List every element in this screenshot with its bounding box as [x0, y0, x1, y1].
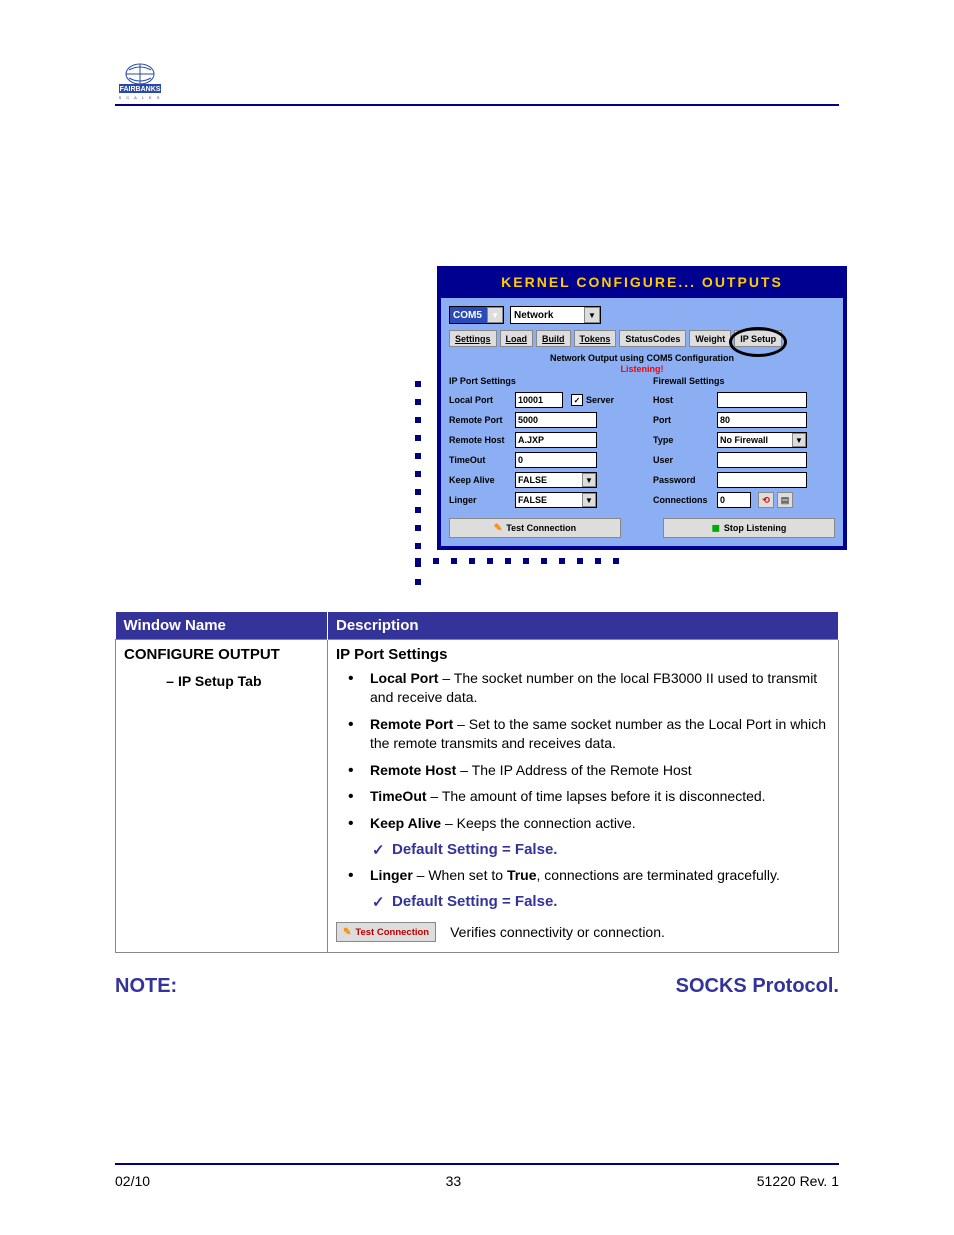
- details-icon[interactable]: ▤: [777, 492, 793, 508]
- item-timeout: TimeOut – The amount of time lapses befo…: [336, 787, 830, 806]
- test-connection-inline-button[interactable]: ✎ Test Connection: [336, 922, 436, 942]
- footer-page-number: 33: [446, 1173, 462, 1189]
- th-description: Description: [328, 612, 839, 640]
- remote-host-input[interactable]: A.JXP: [515, 432, 597, 448]
- dropdown-arrow-icon: ▼: [582, 473, 596, 487]
- wand-icon: ✎: [494, 523, 502, 534]
- window-name-value: CONFIGURE OUTPUT: [124, 646, 319, 663]
- item-local-port: Local Port – The socket number on the lo…: [336, 669, 830, 707]
- item-linger: Linger – When set to True, connections a…: [336, 866, 830, 885]
- dropdown-arrow-icon: ▼: [792, 433, 806, 447]
- dialog-title: KERNEL CONFIGURE... OUTPUTS: [441, 270, 843, 298]
- fw-password-label: Password: [653, 475, 713, 485]
- svg-text:FAIRBANKS: FAIRBANKS: [120, 86, 161, 93]
- timeout-input[interactable]: 0: [515, 452, 597, 468]
- test-connection-inline-label: Test Connection: [355, 927, 429, 938]
- verify-text: Verifies connectivity or connection.: [450, 924, 665, 940]
- svg-text:S C A L E S: S C A L E S: [119, 95, 162, 100]
- mode-value: Network: [514, 310, 553, 321]
- com-port-select[interactable]: COM5 ▼: [449, 306, 504, 324]
- mode-select[interactable]: Network ▼: [510, 306, 601, 324]
- keep-alive-value: FALSE: [518, 475, 547, 485]
- fw-port-input[interactable]: 80: [717, 412, 807, 428]
- default-keep-alive: Default Setting = False.: [336, 841, 830, 858]
- fairbanks-logo: FAIRBANKS S C A L E S: [115, 62, 165, 102]
- local-port-label: Local Port: [449, 395, 511, 405]
- tab-weight[interactable]: Weight: [689, 330, 731, 347]
- socks-protocol-label: SOCKS Protocol.: [676, 975, 839, 998]
- linger-label: Linger: [449, 495, 511, 505]
- server-label: Server: [586, 395, 614, 405]
- tab-bar: Settings Load Build Tokens StatusCodes W…: [449, 330, 835, 347]
- wand-icon: ✎: [343, 927, 351, 938]
- tab-build[interactable]: Build: [536, 330, 571, 347]
- ip-port-settings-title: IP Port Settings: [449, 376, 631, 386]
- footer-divider: [115, 1163, 839, 1165]
- fw-port-label: Port: [653, 415, 713, 425]
- status-listening: Listening!: [449, 364, 835, 374]
- ip-setup-tab-label: –IP Setup Tab: [124, 673, 319, 689]
- fw-user-input[interactable]: [717, 452, 807, 468]
- com-port-value: COM5: [453, 310, 482, 321]
- linger-select[interactable]: FALSE ▼: [515, 492, 597, 508]
- kernel-configure-dialog: KERNEL CONFIGURE... OUTPUTS COM5 ▼ Netwo…: [437, 266, 847, 550]
- fw-host-input[interactable]: [717, 392, 807, 408]
- fw-connections-value: 0: [717, 492, 751, 508]
- fw-user-label: User: [653, 455, 713, 465]
- test-connection-label: Test Connection: [506, 523, 576, 533]
- footer-date: 02/10: [115, 1173, 150, 1189]
- item-remote-host: Remote Host – The IP Address of the Remo…: [336, 761, 830, 780]
- keep-alive-select[interactable]: FALSE ▼: [515, 472, 597, 488]
- test-connection-button[interactable]: ✎ Test Connection: [449, 518, 621, 538]
- ip-port-settings-heading: IP Port Settings: [336, 646, 830, 663]
- dropdown-arrow-icon: ▼: [584, 307, 600, 323]
- fw-password-input[interactable]: [717, 472, 807, 488]
- linger-value: FALSE: [518, 495, 547, 505]
- stop-listening-label: Stop Listening: [724, 523, 787, 533]
- default-linger: Default Setting = False.: [336, 893, 830, 910]
- tab-statuscodes[interactable]: StatusCodes: [619, 330, 686, 347]
- section-header-label: Network Output using COM5 Configuration: [449, 353, 835, 363]
- tab-load[interactable]: Load: [500, 330, 534, 347]
- description-table: Window Name Description CONFIGURE OUTPUT…: [115, 612, 839, 953]
- remote-port-input[interactable]: 5000: [515, 412, 597, 428]
- tab-settings[interactable]: Settings: [449, 330, 497, 347]
- th-window-name: Window Name: [116, 612, 328, 640]
- fw-type-value: No Firewall: [720, 435, 768, 445]
- stop-icon: ◼: [712, 523, 720, 534]
- item-keep-alive: Keep Alive – Keeps the connection active…: [336, 814, 830, 833]
- keep-alive-label: Keep Alive: [449, 475, 511, 485]
- fw-type-label: Type: [653, 435, 713, 445]
- dropdown-arrow-icon: ▼: [582, 493, 596, 507]
- fw-host-label: Host: [653, 395, 713, 405]
- fw-connections-label: Connections: [653, 495, 713, 505]
- cancel-icon[interactable]: ⟲: [758, 492, 774, 508]
- item-remote-port: Remote Port – Set to the same socket num…: [336, 715, 830, 753]
- tab-ip-setup[interactable]: IP Setup: [734, 330, 782, 347]
- server-checkbox[interactable]: ✓: [571, 394, 583, 406]
- remote-port-label: Remote Port: [449, 415, 511, 425]
- dropdown-arrow-icon: ▼: [487, 307, 503, 323]
- note-label: NOTE:: [115, 975, 177, 998]
- fw-type-select[interactable]: No Firewall ▼: [717, 432, 807, 448]
- stop-listening-button[interactable]: ◼ Stop Listening: [663, 518, 835, 538]
- tab-tokens[interactable]: Tokens: [574, 330, 617, 347]
- local-port-input[interactable]: 10001: [515, 392, 563, 408]
- remote-host-label: Remote Host: [449, 435, 511, 445]
- timeout-label: TimeOut: [449, 455, 511, 465]
- footer-doc-rev: 51220 Rev. 1: [757, 1173, 839, 1189]
- firewall-settings-title: Firewall Settings: [653, 376, 835, 386]
